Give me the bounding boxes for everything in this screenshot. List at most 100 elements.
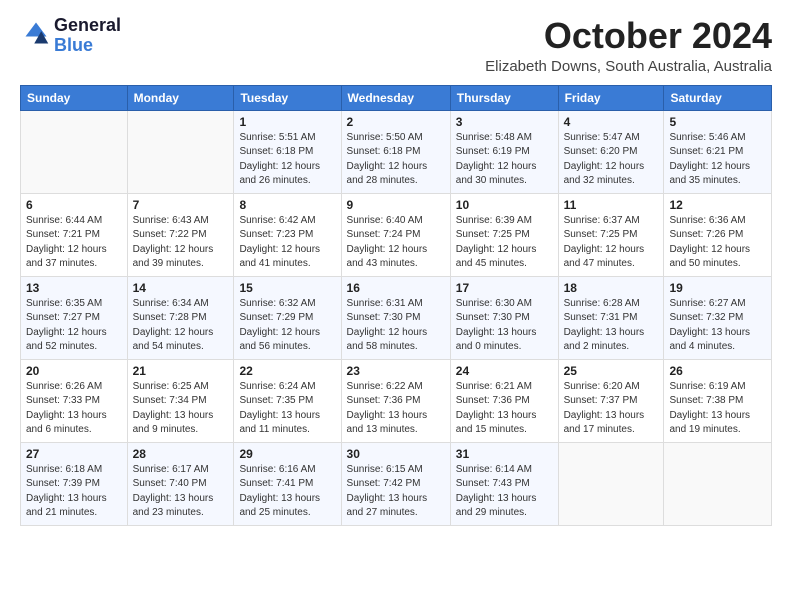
day-number: 2	[347, 115, 445, 129]
day-info: Sunrise: 6:32 AMSunset: 7:29 PMDaylight:…	[239, 297, 335, 355]
day-info: Sunrise: 6:35 AMSunset: 7:27 PMDaylight:…	[26, 297, 122, 355]
day-number: 7	[133, 198, 229, 212]
table-row: 21 Sunrise: 6:25 AMSunset: 7:34 PMDayligh…	[127, 359, 234, 442]
table-row: 17 Sunrise: 6:30 AMSunset: 7:30 PMDayligh…	[450, 276, 558, 359]
table-row: 4 Sunrise: 5:47 AMSunset: 6:20 PMDaylight…	[558, 110, 664, 193]
day-number: 8	[239, 198, 335, 212]
table-row: 29Sunrise: 6:16 AMSunset: 7:41 PMDayligh…	[234, 442, 341, 525]
day-number: 10	[456, 198, 553, 212]
col-thursday: Thursday	[450, 85, 558, 110]
table-row: 7 Sunrise: 6:43 AMSunset: 7:22 PMDaylight…	[127, 193, 234, 276]
day-number: 19	[669, 281, 766, 295]
day-number: 12	[669, 198, 766, 212]
day-number: 31	[456, 447, 553, 461]
day-number: 27	[26, 447, 122, 461]
table-row	[127, 110, 234, 193]
table-row: 31 Sunrise: 6:14 AMSunset: 7:43 PMDayligh…	[450, 442, 558, 525]
day-info: Sunrise: 5:50 AMSunset: 6:18 PMDaylight:…	[347, 131, 445, 189]
day-number: 9	[347, 198, 445, 212]
table-row: 6Sunrise: 6:44 AMSunset: 7:21 PMDaylight…	[21, 193, 128, 276]
col-wednesday: Wednesday	[341, 85, 450, 110]
table-row: 20 Sunrise: 6:26 AMSunset: 7:33 PMDayligh…	[21, 359, 128, 442]
day-info: Sunrise: 6:21 AMSunset: 7:36 PMDaylight:…	[456, 380, 553, 438]
day-info: Sunrise: 6:15 AMSunset: 7:42 PMDaylight:…	[347, 463, 445, 521]
table-row: 15 Sunrise: 6:32 AMSunset: 7:29 PMDayligh…	[234, 276, 341, 359]
title-block: October 2024 Elizabeth Downs, South Aust…	[485, 16, 772, 75]
day-number: 20	[26, 364, 122, 378]
day-number: 18	[564, 281, 659, 295]
day-number: 4	[564, 115, 659, 129]
day-number: 25	[564, 364, 659, 378]
table-row: 23 Sunrise: 6:22 AMSunset: 7:36 PMDayligh…	[341, 359, 450, 442]
day-info: Sunrise: 6:39 AMSunset: 7:25 PMDaylight:…	[456, 214, 553, 272]
day-info: Sunrise: 6:42 AMSunset: 7:23 PMDaylight:…	[239, 214, 335, 272]
day-info: Sunrise: 6:36 AMSunset: 7:26 PMDaylight:…	[669, 214, 766, 272]
day-info: Sunrise: 6:26 AMSunset: 7:33 PMDaylight:…	[26, 380, 122, 438]
table-row: 22 Sunrise: 6:24 AMSunset: 7:35 PMDayligh…	[234, 359, 341, 442]
day-number: 28	[133, 447, 229, 461]
day-info: Sunrise: 6:17 AMSunset: 7:40 PMDaylight:…	[133, 463, 229, 521]
calendar-header-row: Sunday Monday Tuesday Wednesday Thursday…	[21, 85, 772, 110]
day-info: Sunrise: 6:30 AMSunset: 7:30 PMDaylight:…	[456, 297, 553, 355]
table-row: 18 Sunrise: 6:28 AMSunset: 7:31 PMDayligh…	[558, 276, 664, 359]
day-number: 5	[669, 115, 766, 129]
table-row: 10 Sunrise: 6:39 AMSunset: 7:25 PMDayligh…	[450, 193, 558, 276]
day-info: Sunrise: 6:18 AMSunset: 7:39 PMDaylight:…	[26, 463, 122, 521]
table-row: 28 Sunrise: 6:17 AMSunset: 7:40 PMDayligh…	[127, 442, 234, 525]
table-row: 2 Sunrise: 5:50 AMSunset: 6:18 PMDaylight…	[341, 110, 450, 193]
day-info: Sunrise: 6:20 AMSunset: 7:37 PMDaylight:…	[564, 380, 659, 438]
day-number: 11	[564, 198, 659, 212]
table-row: 9 Sunrise: 6:40 AMSunset: 7:24 PMDaylight…	[341, 193, 450, 276]
table-row: 27 Sunrise: 6:18 AMSunset: 7:39 PMDayligh…	[21, 442, 128, 525]
day-info: Sunrise: 6:37 AMSunset: 7:25 PMDaylight:…	[564, 214, 659, 272]
logo-icon	[22, 19, 50, 47]
day-number: 1	[239, 115, 335, 129]
day-info: Sunrise: 6:31 AMSunset: 7:30 PMDaylight:…	[347, 297, 445, 355]
calendar-week-row: 1Sunrise: 5:51 AMSunset: 6:18 PMDaylight…	[21, 110, 772, 193]
day-number: 17	[456, 281, 553, 295]
day-info: Sunrise: 6:40 AMSunset: 7:24 PMDaylight:…	[347, 214, 445, 272]
table-row: 30Sunrise: 6:15 AMSunset: 7:42 PMDayligh…	[341, 442, 450, 525]
table-row	[664, 442, 772, 525]
table-row	[558, 442, 664, 525]
day-info: Sunrise: 6:14 AMSunset: 7:43 PMDaylight:…	[456, 463, 553, 521]
day-info: Sunrise: 6:24 AMSunset: 7:35 PMDaylight:…	[239, 380, 335, 438]
day-number: 13	[26, 281, 122, 295]
calendar-week-row: 20 Sunrise: 6:26 AMSunset: 7:33 PMDayligh…	[21, 359, 772, 442]
day-number: 22	[239, 364, 335, 378]
logo-line1: General	[54, 15, 121, 35]
day-number: 29	[239, 447, 335, 461]
month-title: October 2024	[485, 16, 772, 56]
day-info: Sunrise: 5:47 AMSunset: 6:20 PMDaylight:…	[564, 131, 659, 189]
day-info: Sunrise: 6:28 AMSunset: 7:31 PMDaylight:…	[564, 297, 659, 355]
location: Elizabeth Downs, South Australia, Austra…	[485, 58, 772, 75]
day-number: 26	[669, 364, 766, 378]
page: General Blue October 2024 Elizabeth Down…	[0, 0, 792, 536]
day-number: 15	[239, 281, 335, 295]
table-row: 3Sunrise: 5:48 AMSunset: 6:19 PMDaylight…	[450, 110, 558, 193]
day-number: 23	[347, 364, 445, 378]
calendar-table: Sunday Monday Tuesday Wednesday Thursday…	[20, 85, 772, 526]
day-info: Sunrise: 6:25 AMSunset: 7:34 PMDaylight:…	[133, 380, 229, 438]
logo-line2: Blue	[54, 36, 121, 56]
day-info: Sunrise: 6:22 AMSunset: 7:36 PMDaylight:…	[347, 380, 445, 438]
col-saturday: Saturday	[664, 85, 772, 110]
table-row: 26Sunrise: 6:19 AMSunset: 7:38 PMDayligh…	[664, 359, 772, 442]
day-number: 14	[133, 281, 229, 295]
table-row: 12 Sunrise: 6:36 AMSunset: 7:26 PMDayligh…	[664, 193, 772, 276]
col-monday: Monday	[127, 85, 234, 110]
table-row: 25 Sunrise: 6:20 AMSunset: 7:37 PMDayligh…	[558, 359, 664, 442]
day-info: Sunrise: 6:43 AMSunset: 7:22 PMDaylight:…	[133, 214, 229, 272]
day-number: 24	[456, 364, 553, 378]
day-info: Sunrise: 6:34 AMSunset: 7:28 PMDaylight:…	[133, 297, 229, 355]
day-number: 3	[456, 115, 553, 129]
table-row: 13 Sunrise: 6:35 AMSunset: 7:27 PMDayligh…	[21, 276, 128, 359]
table-row: 19Sunrise: 6:27 AMSunset: 7:32 PMDayligh…	[664, 276, 772, 359]
day-number: 6	[26, 198, 122, 212]
table-row: 24 Sunrise: 6:21 AMSunset: 7:36 PMDayligh…	[450, 359, 558, 442]
calendar-week-row: 27 Sunrise: 6:18 AMSunset: 7:39 PMDayligh…	[21, 442, 772, 525]
calendar-week-row: 13 Sunrise: 6:35 AMSunset: 7:27 PMDayligh…	[21, 276, 772, 359]
day-info: Sunrise: 5:46 AMSunset: 6:21 PMDaylight:…	[669, 131, 766, 189]
day-number: 16	[347, 281, 445, 295]
day-number: 21	[133, 364, 229, 378]
